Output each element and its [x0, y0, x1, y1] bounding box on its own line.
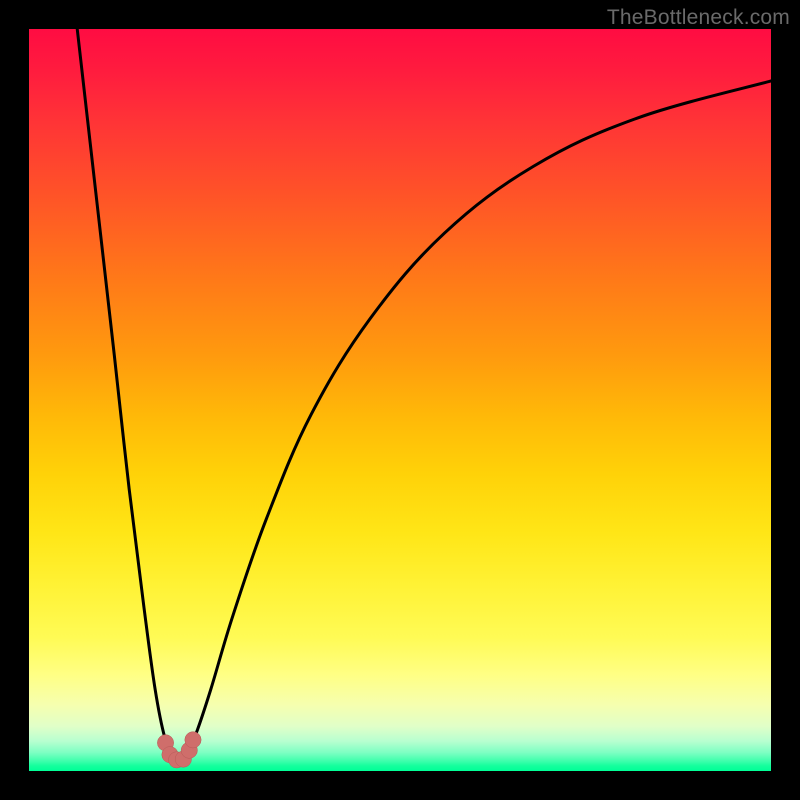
watermark-text: TheBottleneck.com: [607, 6, 790, 30]
data-marker-5: [185, 732, 201, 748]
curve-right-branch: [187, 81, 771, 753]
plot-area: [29, 29, 771, 771]
curve-layer: [29, 29, 771, 771]
chart-frame: TheBottleneck.com: [0, 0, 800, 800]
curve-left-branch: [77, 29, 172, 752]
